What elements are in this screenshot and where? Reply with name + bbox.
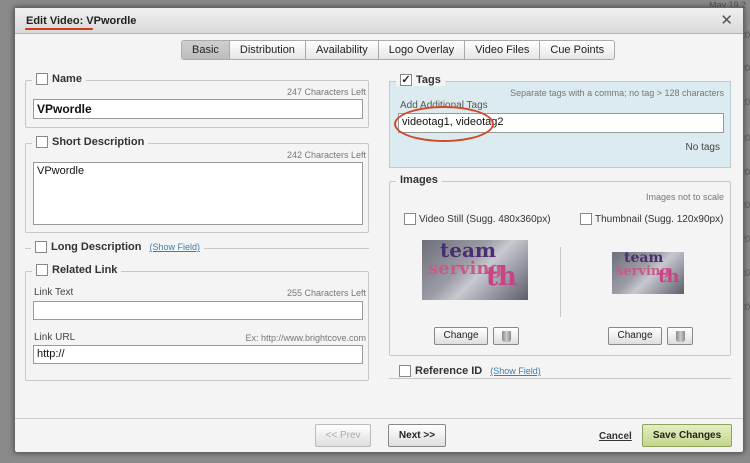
name-input[interactable]: VPwordle [33,99,363,119]
name-label: Name [52,73,82,85]
related-link-section: Related Link Link Text 255 Characters Le… [25,264,369,381]
thumbnail-change-button[interactable]: Change [608,327,662,345]
related-link-legend: Related Link [32,264,122,276]
long-description-show-field-link[interactable]: (Show Field) [149,242,200,252]
related-link-checkbox[interactable] [36,264,48,276]
reference-id-show-field-link[interactable]: (Show Field) [490,366,541,376]
tab-distribution[interactable]: Distribution [230,41,306,59]
long-description-legend: Long Description (Show Field) [31,241,204,253]
thumbnail-header: Thumbnail (Sugg. 120x90px) [580,213,723,225]
short-description-label: Short Description [52,136,145,148]
tab-availability[interactable]: Availability [306,41,379,59]
name-section: Name 247 Characters Left VPwordle [25,73,369,128]
tags-section: ✓ Tags Separate tags with a comma; no ta… [389,74,731,168]
link-url-input[interactable]: http:// [33,345,363,364]
edit-video-dialog: Edit Video: VPwordle ✕ Basic Distributio… [14,7,744,453]
name-legend: Name [32,73,86,85]
thumbnail-label: Thumbnail (Sugg. 120x90px) [595,213,724,225]
thumbnail-image[interactable]: team serving th [612,252,684,294]
close-icon[interactable]: ✕ [720,11,733,29]
thumbnail-checkbox[interactable] [580,213,592,225]
name-chars-left: 247 Characters Left [286,87,366,97]
video-still-checkbox[interactable] [404,213,416,225]
trash-icon [502,331,511,342]
link-text-input[interactable] [33,301,363,320]
dialog-footer: << Prev Next >> Cancel Save Changes [15,418,743,452]
reference-id-legend: Reference ID (Show Field) [395,365,545,377]
reference-id-label: Reference ID [415,365,483,377]
link-url-example: Ex: http://www.brightcove.com [245,333,366,343]
trash-icon [676,331,685,342]
images-legend: Images [396,174,442,186]
video-still-word: th [486,262,517,292]
dialog-titlebar: Edit Video: VPwordle ✕ [15,8,743,34]
dialog-title: Edit Video: VPwordle [26,15,137,27]
link-url-label: Link URL [34,332,76,343]
long-description-checkbox[interactable] [35,241,47,253]
video-still-header: Video Still (Sugg. 480x360px) [404,213,551,225]
related-link-label: Related Link [52,264,118,276]
images-hint: Images not to scale [645,192,724,202]
link-text-chars-left: 255 Characters Left [286,288,366,298]
thumbnail-delete-button[interactable] [667,327,693,345]
reference-id-checkbox[interactable] [399,365,411,377]
tags-hint: Separate tags with a comma; no tag > 128… [510,88,724,98]
short-description-checkbox[interactable] [36,136,48,148]
long-description-label: Long Description [51,241,142,253]
save-changes-button[interactable]: Save Changes [642,424,732,447]
next-button[interactable]: Next >> [388,424,446,447]
video-still-image[interactable]: team serving th [422,240,528,300]
prev-button[interactable]: << Prev [315,424,371,447]
short-description-legend: Short Description [32,136,149,148]
tags-annotation-circle [394,106,494,142]
tags-checkbox[interactable]: ✓ [400,74,412,86]
short-description-section: Short Description 242 Characters Left VP… [25,136,369,233]
video-still-delete-button[interactable] [493,327,519,345]
tab-cue-points[interactable]: Cue Points [540,41,614,59]
video-still-label: Video Still (Sugg. 480x360px) [419,213,551,225]
short-description-chars-left: 242 Characters Left [286,150,366,160]
images-label: Images [400,174,438,186]
images-section: Images Images not to scale Video Still (… [389,174,731,356]
tags-legend: ✓ Tags [396,74,445,86]
short-description-textarea[interactable]: VPwordle [33,162,363,225]
thumbnail-word: th [658,266,680,287]
name-checkbox[interactable] [36,73,48,85]
tab-video-files[interactable]: Video Files [465,41,541,59]
title-annotation-underline [25,28,93,30]
reference-id-line [389,378,731,379]
link-text-label: Link Text [34,287,74,298]
tags-label: Tags [416,74,441,86]
tab-basic[interactable]: Basic [182,41,230,59]
tab-bar: Basic Distribution Availability Logo Ove… [181,40,616,60]
images-divider [560,247,561,317]
tab-logo-overlay[interactable]: Logo Overlay [379,41,466,59]
video-still-change-button[interactable]: Change [434,327,488,345]
no-tags-text: No tags [685,142,720,153]
cancel-link[interactable]: Cancel [599,431,632,442]
